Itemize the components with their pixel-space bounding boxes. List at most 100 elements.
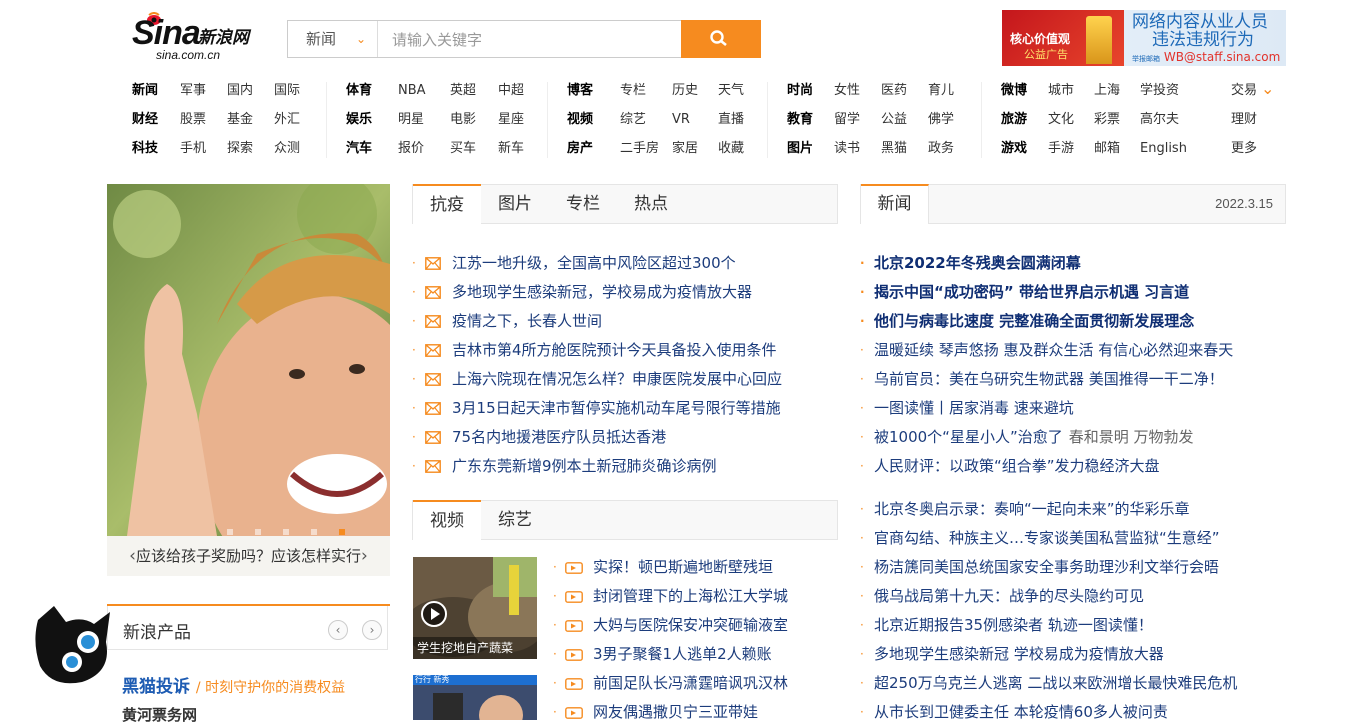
- news-item[interactable]: · 俄乌战局第十九天：战争的尽头隐约可见: [860, 582, 1237, 611]
- nav-item[interactable]: 邮箱: [1094, 140, 1120, 158]
- tab-news[interactable]: 新闻: [861, 184, 929, 224]
- nav-item[interactable]: 报价: [398, 140, 424, 158]
- nav-head[interactable]: 财经: [132, 111, 158, 129]
- news-item[interactable]: · 北京冬奥启示录：奏响“一起向未来”的华彩乐章: [860, 495, 1237, 524]
- list-item[interactable]: · 江苏一地升级，全国高中风险区超过300个: [412, 249, 782, 278]
- nav-item[interactable]: 专栏: [620, 82, 646, 100]
- video-list-item[interactable]: · 3男子聚餐1人逃单2人赖账: [553, 640, 788, 669]
- video-list-item[interactable]: · 实探！顿巴斯遍地断壁残垣: [553, 553, 788, 582]
- list-item[interactable]: · 广东东莞新增9例本土新冠肺炎确诊病例: [412, 452, 782, 481]
- products-prev-button[interactable]: ‹: [328, 620, 348, 640]
- news-item[interactable]: · 被1000个“星星小人”治愈了 春和景明 万物勃发: [860, 423, 1233, 452]
- nav-item[interactable]: 高尔夫: [1140, 111, 1179, 129]
- nav-head[interactable]: 时尚: [787, 82, 813, 100]
- nav-item[interactable]: 探索: [227, 140, 253, 158]
- products-item-heimao[interactable]: 黑猫投诉 / 时刻守护你的消费权益: [122, 672, 345, 697]
- nav-item[interactable]: 星座: [498, 111, 524, 129]
- headline-item[interactable]: · 揭示中国“成功密码” 带给世界启示机遇 习言道: [860, 278, 1233, 307]
- news-item[interactable]: · 多地现学生感染新冠 学校易成为疫情放大器: [860, 640, 1237, 669]
- nav-item[interactable]: 手游: [1048, 140, 1074, 158]
- nav-item[interactable]: 综艺: [620, 111, 646, 129]
- video-list-item[interactable]: · 前国足队长冯潇霆暗讽巩汉林: [553, 669, 788, 698]
- list-item[interactable]: · 多地现学生感染新冠，学校易成为疫情放大器: [412, 278, 782, 307]
- hero-slider[interactable]: ‹应该给孩子奖励吗？应该怎样实行›: [107, 184, 390, 576]
- nav-item[interactable]: 育儿: [928, 82, 954, 100]
- nav-item[interactable]: 股票: [180, 111, 206, 129]
- nav-item[interactable]: 公益: [881, 111, 907, 129]
- search-input[interactable]: [380, 21, 692, 59]
- news-item[interactable]: · 人民财评：以政策“组合拳”发力稳经济大盘: [860, 452, 1233, 481]
- nav-item[interactable]: 手机: [180, 140, 206, 158]
- nav-item[interactable]: 新车: [498, 140, 524, 158]
- nav-item[interactable]: 文化: [1048, 111, 1074, 129]
- nav-item[interactable]: 明星: [398, 111, 424, 129]
- news-item[interactable]: · 一图读懂丨居家消毒 速来避坑: [860, 394, 1233, 423]
- search-category-select[interactable]: 新闻 ⌄: [288, 21, 378, 57]
- nav-head[interactable]: 游戏: [1001, 140, 1027, 158]
- products-next-button[interactable]: ›: [362, 620, 382, 640]
- nav-head[interactable]: 图片: [787, 140, 813, 158]
- nav-extra-item[interactable]: 交易: [1231, 82, 1257, 100]
- cat-mascot-icon[interactable]: [32, 602, 112, 688]
- news-item-gray-text[interactable]: 春和景明 万物勃发: [1069, 428, 1194, 446]
- nav-item[interactable]: 军事: [180, 82, 206, 100]
- slider-dot[interactable]: [227, 529, 233, 535]
- nav-head[interactable]: 娱乐: [346, 111, 372, 129]
- nav-head[interactable]: 新闻: [132, 82, 158, 100]
- list-item[interactable]: · 疫情之下，长春人世间: [412, 307, 782, 336]
- nav-head[interactable]: 微博: [1001, 82, 1027, 100]
- nav-head[interactable]: 汽车: [346, 140, 372, 158]
- list-item[interactable]: · 吉林市第4所方舱医院预计今天具备投入使用条件: [412, 336, 782, 365]
- nav-item[interactable]: 天气: [718, 82, 744, 100]
- nav-item[interactable]: 二手房: [620, 140, 659, 158]
- tab-middle.tabs-2[interactable]: 专栏: [549, 185, 617, 223]
- nav-item[interactable]: 英超: [450, 82, 476, 100]
- nav-item[interactable]: 黑猫: [881, 140, 907, 158]
- news-item[interactable]: · 杨洁篪同美国总统国家安全事务助理沙利文举行会晤: [860, 553, 1237, 582]
- play-icon[interactable]: [421, 601, 447, 627]
- nav-item[interactable]: 众测: [274, 140, 300, 158]
- tab-middle.video_tabs-1[interactable]: 综艺: [481, 501, 549, 539]
- nav-head[interactable]: 教育: [787, 111, 813, 129]
- nav-extra-item[interactable]: 更多: [1231, 140, 1257, 158]
- nav-item[interactable]: 外汇: [274, 111, 300, 129]
- nav-item[interactable]: 收藏: [718, 140, 744, 158]
- video-list-item[interactable]: · 大妈与医院保安冲突砸输液室: [553, 611, 788, 640]
- hero-caption[interactable]: ‹应该给孩子奖励吗？应该怎样实行›: [107, 536, 390, 576]
- slider-dot[interactable]: [339, 529, 345, 535]
- nav-head[interactable]: 博客: [567, 82, 593, 100]
- nav-item[interactable]: 学投资: [1140, 82, 1179, 100]
- video-thumb-2[interactable]: 行行 新秀: [413, 675, 537, 720]
- news-item[interactable]: · 温暖延续 琴声悠扬 惠及群众生活 有信心必然迎来春天: [860, 336, 1233, 365]
- headline-item[interactable]: · 北京2022年冬残奥会圆满闭幕: [860, 249, 1233, 278]
- news-item[interactable]: · 官商勾结、种族主义…专家谈美国私营监狱“生意经”: [860, 524, 1237, 553]
- list-item[interactable]: · 75名内地援港医疗队员抵达香港: [412, 423, 782, 452]
- nav-item[interactable]: 留学: [834, 111, 860, 129]
- nav-item[interactable]: 读书: [834, 140, 860, 158]
- nav-item[interactable]: 城市: [1048, 82, 1074, 100]
- nav-item[interactable]: 医药: [881, 82, 907, 100]
- tab-middle.tabs-1[interactable]: 图片: [481, 185, 549, 223]
- nav-head[interactable]: 科技: [132, 140, 158, 158]
- nav-item[interactable]: NBA: [398, 82, 426, 100]
- tab-middle.tabs-3[interactable]: 热点: [617, 185, 685, 223]
- nav-item[interactable]: 彩票: [1094, 111, 1120, 129]
- nav-item[interactable]: 基金: [227, 111, 253, 129]
- list-item[interactable]: · 3月15日起天津市暂停实施机动车尾号限行等措施: [412, 394, 782, 423]
- tab-middle.tabs-0[interactable]: 抗疫: [413, 184, 481, 226]
- nav-item[interactable]: 佛学: [928, 111, 954, 129]
- slider-dot[interactable]: [283, 529, 289, 535]
- nav-item[interactable]: 国际: [274, 82, 300, 100]
- nav-head[interactable]: 视频: [567, 111, 593, 129]
- products-item-huanghe[interactable]: 黄河票务网: [122, 704, 197, 725]
- video-list-item[interactable]: · 网友偶遇撒贝宁三亚带娃: [553, 698, 788, 727]
- slider-dot[interactable]: [311, 529, 317, 535]
- news-item[interactable]: · 北京近期报告35例感染者 轨迹一图读懂！: [860, 611, 1237, 640]
- list-item[interactable]: · 上海六院现在情况怎么样？申康医院发展中心回应: [412, 365, 782, 394]
- video-list-item[interactable]: · 封闭管理下的上海松江大学城: [553, 582, 788, 611]
- nav-item[interactable]: 家居: [672, 140, 698, 158]
- chevron-right-icon[interactable]: ›: [361, 546, 368, 566]
- nav-item[interactable]: 电影: [450, 111, 476, 129]
- slider-dot[interactable]: [255, 529, 261, 535]
- nav-item[interactable]: 政务: [928, 140, 954, 158]
